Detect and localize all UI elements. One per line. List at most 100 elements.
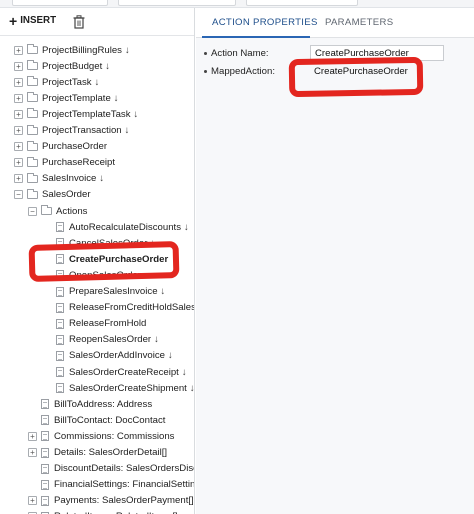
- tree-folder-row[interactable]: + PurchaseOrder: [14, 139, 107, 155]
- tree-folder-row[interactable]: + ProjectBillingRules ↓: [14, 42, 130, 58]
- tree-item-label: ReleaseFromHold: [69, 318, 147, 330]
- tree-item-row[interactable]: CreatePurchaseOrder: [56, 251, 168, 267]
- tree-item-label: ProjectTransaction: [42, 125, 122, 136]
- expand-icon[interactable]: +: [28, 496, 37, 506]
- properties-tabs: ACTION PROPERTIES PARAMETERS: [196, 8, 474, 38]
- tree-item-row[interactable]: SalesOrderCreateShipment ↓: [56, 380, 195, 396]
- tree-item-row[interactable]: SalesOrderCreateReceipt ↓: [56, 364, 187, 380]
- expand-icon[interactable]: +: [28, 448, 37, 457]
- tree-item-row[interactable]: SalesOrderAddInvoice ↓: [56, 348, 173, 364]
- document-icon: [56, 254, 64, 265]
- folder-icon: [27, 44, 38, 54]
- expand-icon[interactable]: +: [14, 126, 23, 135]
- action-name-field[interactable]: CreatePurchaseOrder: [310, 45, 444, 61]
- tree-item-row[interactable]: + Details: SalesOrderDetail[]: [28, 445, 167, 461]
- folder-icon: [27, 188, 38, 199]
- document-icon: [41, 431, 49, 442]
- down-arrow-icon: ↓: [181, 366, 187, 378]
- mapped-action-label: MappedAction:: [211, 66, 275, 77]
- tree-item-row[interactable]: BillToContact: DocContact: [41, 412, 165, 428]
- tree-folder-row[interactable]: + ProjectBudget ↓: [14, 58, 110, 74]
- tree-item-label: ProjectTemplateTask: [42, 108, 131, 120]
- tree-item-label: PrepareSalesInvoice: [69, 286, 158, 297]
- tree-item-label: ProjectTemplate: [42, 92, 111, 104]
- expand-icon[interactable]: +: [14, 77, 23, 87]
- expand-icon[interactable]: +: [14, 109, 23, 119]
- tree-item-label: SalesOrderCreateShipment: [69, 382, 187, 394]
- action-name-label-row: Action Name:: [204, 48, 269, 59]
- tree-item-label: ReopenSalesOrder: [69, 334, 152, 346]
- active-tab-underline: [202, 36, 310, 38]
- tree-item-label: SalesOrderCreateReceipt: [69, 366, 179, 378]
- tree-item-row[interactable]: ReleaseFromCreditHoldSalesOrder: [56, 300, 194, 316]
- tree-folder-row[interactable]: − Actions: [28, 203, 87, 219]
- properties-panel: ACTION PROPERTIES PARAMETERS Action Name…: [196, 8, 474, 514]
- folder-icon: [27, 92, 38, 103]
- top-input-middle[interactable]: [118, 0, 236, 6]
- insert-button[interactable]: + INSERT: [9, 14, 56, 28]
- tree-item-row[interactable]: + Payments: SalesOrderPayment[]: [28, 493, 194, 509]
- mapped-action-field[interactable]: CreatePurchaseOrder: [310, 64, 444, 80]
- tree-item-label: Actions: [56, 205, 88, 217]
- expand-icon[interactable]: +: [14, 158, 23, 168]
- tree-item-row[interactable]: CancelSalesOrder ↓: [56, 235, 155, 251]
- tree-folder-row[interactable]: + ProjectTask ↓: [14, 74, 99, 90]
- tree-folder-row[interactable]: + PurchaseReceipt: [14, 155, 115, 171]
- document-icon: [56, 238, 64, 249]
- document-icon: [56, 270, 64, 281]
- top-input-left[interactable]: [12, 0, 108, 6]
- tree-item-row[interactable]: ReleaseFromHold: [56, 316, 146, 332]
- collapse-icon[interactable]: −: [14, 190, 23, 200]
- tree-item-label: CreatePurchaseOrder: [69, 253, 169, 265]
- tab-parameters[interactable]: PARAMETERS: [325, 17, 393, 28]
- tree-item-row[interactable]: PrepareSalesInvoice ↓: [56, 284, 165, 300]
- tree-item-label: DiscountDetails: SalesOrdersDiscountDeta…: [54, 463, 194, 475]
- down-arrow-icon: ↓: [124, 125, 130, 136]
- tree-item-row[interactable]: DiscountDetails: SalesOrdersDiscountDeta…: [41, 461, 194, 477]
- tree-item-row[interactable]: + Commissions: Commissions: [28, 428, 174, 444]
- tree-folder-row[interactable]: + SalesInvoice ↓: [14, 171, 104, 187]
- tree-item-label: BillToContact: DocContact: [54, 414, 166, 426]
- tree-item-label: Payments: SalesOrderPayment[]: [54, 495, 194, 507]
- down-arrow-icon: ↓: [184, 221, 189, 233]
- collapse-icon[interactable]: −: [28, 206, 37, 216]
- tree-toolbar: + INSERT: [0, 8, 194, 36]
- tree-item-row[interactable]: OpenSalesOrder: [56, 267, 141, 283]
- folder-icon: [27, 76, 38, 87]
- tree-item-row[interactable]: AutoRecalculateDiscounts ↓: [56, 219, 189, 235]
- tree-item-row[interactable]: +RelatedItems: RelatedItems[]: [28, 509, 178, 514]
- tree-folder-row[interactable]: − SalesOrder: [14, 187, 91, 203]
- tab-action-properties[interactable]: ACTION PROPERTIES: [212, 17, 318, 28]
- down-arrow-icon: ↓: [154, 334, 159, 346]
- folder-icon: [27, 108, 38, 119]
- tree-item-label: Details: SalesOrderDetail[]: [54, 447, 168, 458]
- expand-icon[interactable]: +: [14, 174, 23, 184]
- top-input-right[interactable]: [246, 0, 358, 6]
- tree-item-label: ReleaseFromCreditHoldSalesOrder: [69, 302, 194, 314]
- document-icon: [56, 286, 64, 297]
- expand-icon[interactable]: +: [14, 45, 23, 55]
- expand-icon[interactable]: +: [28, 431, 37, 441]
- tree-item-row[interactable]: ReopenSalesOrder ↓: [56, 332, 159, 348]
- down-arrow-icon: ↓: [133, 108, 139, 120]
- trash-icon[interactable]: [73, 15, 85, 29]
- expand-icon[interactable]: +: [14, 61, 23, 71]
- down-arrow-icon: ↓: [99, 173, 105, 185]
- document-icon: [41, 495, 49, 506]
- down-arrow-icon: ↓: [168, 350, 173, 362]
- down-arrow-icon: ↓: [160, 286, 166, 297]
- bullet-icon: [204, 52, 207, 55]
- down-arrow-icon: ↓: [94, 76, 100, 88]
- expand-icon[interactable]: +: [14, 93, 23, 103]
- tree-folder-row[interactable]: + ProjectTemplate ↓: [14, 90, 119, 106]
- folder-icon: [27, 124, 38, 135]
- folder-icon: [27, 140, 38, 151]
- tree-item-label: ProjectBillingRules: [42, 44, 122, 56]
- expand-icon[interactable]: +: [14, 142, 23, 152]
- tree-item-row[interactable]: FinancialSettings: FinancialSettings: [41, 477, 194, 493]
- tree-folder-row[interactable]: + ProjectTransaction ↓: [14, 123, 129, 139]
- tree-item-row[interactable]: BillToAddress: Address: [41, 396, 152, 412]
- down-arrow-icon: ↓: [189, 382, 195, 394]
- tree-folder-row[interactable]: + ProjectTemplateTask ↓: [14, 106, 138, 122]
- document-icon: [41, 447, 49, 458]
